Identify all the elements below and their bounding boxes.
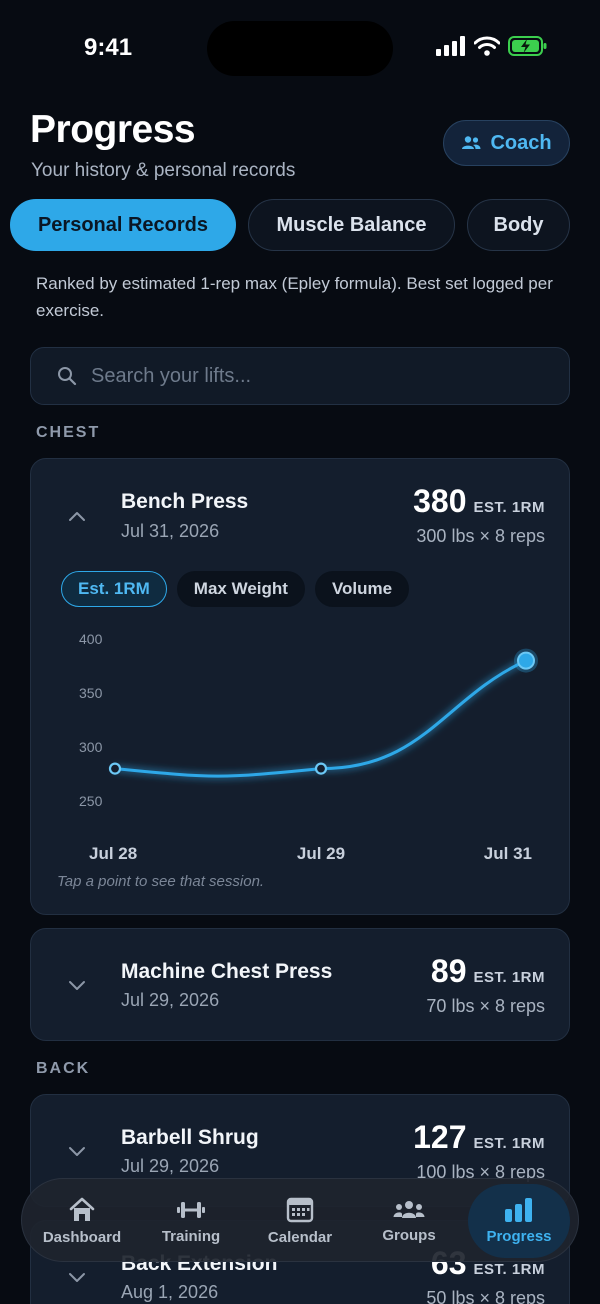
rm-unit: EST. 1RM	[473, 1261, 545, 1278]
page-subtitle: Your history & personal records	[31, 160, 296, 181]
chart-series-line	[114, 659, 527, 778]
exercise-name: Bench Press	[121, 490, 249, 513]
chevron-down-icon[interactable]	[67, 1141, 87, 1161]
rm-value: 380	[413, 483, 467, 519]
exercise-date: Jul 31, 2026	[121, 521, 220, 541]
coach-label: Coach	[490, 131, 552, 154]
status-bar: 9:41	[0, 0, 600, 96]
nav-calendar[interactable]: Calendar	[248, 1179, 352, 1263]
status-time: 9:41	[84, 34, 133, 61]
bar-chart-icon	[505, 1197, 532, 1222]
nav-progress[interactable]: Progress	[467, 1179, 571, 1263]
search-bar[interactable]	[30, 347, 570, 405]
rm-value: 89	[430, 953, 467, 989]
battery-charging-icon	[508, 36, 547, 56]
exercise-date: Jul 29, 2026	[121, 990, 220, 1010]
progress-line-chart[interactable]: 400 350 300 250 Jul 28 Jul 29 Jul 31	[31, 619, 569, 869]
home-icon	[69, 1197, 95, 1221]
search-input[interactable]	[91, 364, 511, 388]
rm-group: 380 EST. 1RM	[413, 483, 545, 520]
exercise-card-bench-press[interactable]: Bench Press Jul 31, 2026 380 EST. 1RM 30…	[30, 458, 570, 915]
rm-group: 89 EST. 1RM	[431, 953, 545, 990]
coach-button[interactable]: Coach	[443, 120, 570, 166]
status-icons	[436, 36, 548, 56]
y-tick-label: 400	[79, 631, 103, 647]
nav-label: Groups	[382, 1226, 436, 1244]
bottom-navigation: Dashboard Training Calendar Groups Progr…	[21, 1178, 579, 1262]
chart-data-point[interactable]	[314, 762, 328, 775]
x-tick-label: Jul 31	[484, 844, 532, 863]
page-title: Progress	[30, 108, 196, 151]
tab-muscle-balance[interactable]: Muscle Balance	[248, 199, 455, 251]
chevron-down-icon[interactable]	[67, 1267, 87, 1287]
chevron-down-icon[interactable]	[67, 975, 87, 995]
exercise-date: Aug 1, 2026	[121, 1282, 219, 1302]
rm-unit: EST. 1RM	[473, 1135, 545, 1152]
rm-value: 127	[413, 1119, 467, 1155]
nav-label: Dashboard	[42, 1228, 122, 1246]
y-tick-label: 250	[79, 793, 103, 809]
nav-dashboard[interactable]: Dashboard	[30, 1179, 134, 1263]
tab-personal-records[interactable]: Personal Records	[10, 199, 236, 251]
y-tick-label: 350	[79, 685, 103, 701]
nav-training[interactable]: Training	[139, 1179, 243, 1263]
y-tick-label: 300	[79, 739, 103, 755]
x-tick-label: Jul 29	[297, 844, 345, 863]
calendar-icon	[286, 1197, 314, 1222]
ranking-description: Ranked by estimated 1-rep max (Epley for…	[36, 274, 553, 320]
dynamic-island	[207, 21, 393, 76]
chart-data-point[interactable]	[108, 762, 122, 775]
search-icon	[58, 367, 77, 386]
segment-tabs: Personal Records Muscle Balance Body	[0, 199, 600, 253]
best-set: 70 lbs × 8 reps	[426, 996, 545, 1016]
exercise-date: Jul 29, 2026	[121, 1156, 220, 1176]
nav-label: Training	[161, 1227, 221, 1245]
exercise-name: Machine Chest Press	[121, 960, 333, 983]
section-label-back: BACK	[36, 1060, 91, 1077]
chart-metric-pills: Est. 1RM Max Weight Volume	[61, 571, 410, 607]
section-label-chest: CHEST	[36, 424, 101, 441]
nav-groups[interactable]: Groups	[357, 1179, 461, 1263]
rm-group: 127 EST. 1RM	[413, 1119, 545, 1156]
pill-est-1rm[interactable]: Est. 1RM	[61, 571, 167, 607]
exercise-card-machine-chest-press[interactable]: Machine Chest Press Jul 29, 2026 89 EST.…	[30, 928, 570, 1041]
rm-unit: EST. 1RM	[473, 499, 545, 516]
nav-label: Progress	[486, 1227, 552, 1245]
pill-volume[interactable]: Volume	[314, 571, 410, 607]
tab-body[interactable]: Body	[467, 199, 570, 251]
best-set: 300 lbs × 8 reps	[416, 526, 545, 546]
wifi-icon	[474, 36, 500, 56]
chart-data-point[interactable]	[517, 651, 535, 670]
rm-unit: EST. 1RM	[473, 969, 545, 986]
x-tick-label: Jul 28	[89, 844, 137, 863]
groups-icon	[393, 1200, 425, 1218]
dumbbell-icon	[177, 1201, 205, 1218]
nav-label: Calendar	[267, 1228, 333, 1246]
exercise-name: Barbell Shrug	[121, 1126, 259, 1149]
chevron-up-icon[interactable]	[67, 507, 87, 527]
cellular-signal-icon	[436, 36, 465, 56]
pill-max-weight[interactable]: Max Weight	[176, 571, 305, 607]
best-set: 50 lbs × 8 reps	[426, 1288, 545, 1304]
people-icon	[462, 136, 481, 149]
chart-hint: Tap a point to see that session.	[57, 873, 265, 890]
